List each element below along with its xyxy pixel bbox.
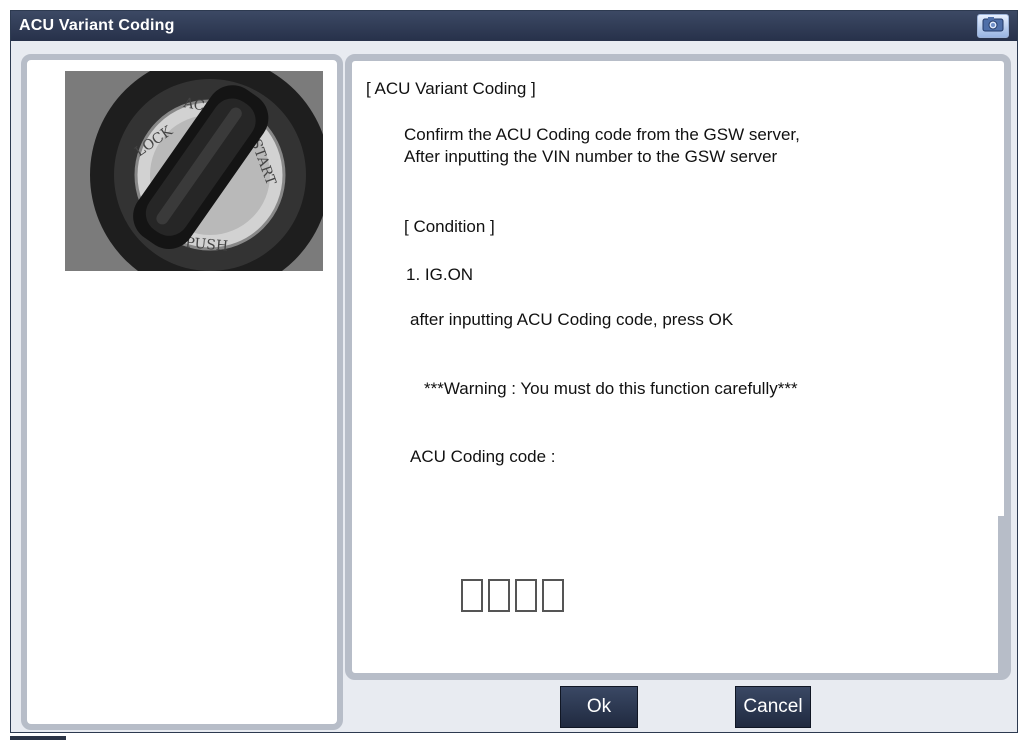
instruction-panel: [ ACU Variant Coding ] Confirm the ACU C…: [345, 54, 1011, 680]
ok-button[interactable]: Ok: [560, 686, 638, 728]
warning-text: ***Warning : You must do this function c…: [424, 379, 798, 398]
code-digit-3[interactable]: [515, 579, 537, 612]
instruction-line-2: After inputting the VIN number to the GS…: [404, 147, 778, 166]
ignition-switch-photo: LOCK ACC START PUSH: [65, 71, 323, 271]
scrollbar[interactable]: [998, 516, 1004, 674]
image-panel: LOCK ACC START PUSH: [21, 54, 343, 730]
code-digit-4[interactable]: [542, 579, 564, 612]
instruction-line-1: Confirm the ACU Coding code from the GSW…: [404, 125, 800, 144]
acu-coding-code-input: [461, 579, 569, 612]
condition-heading: [ Condition ]: [404, 217, 495, 236]
step-instruction: after inputting ACU Coding code, press O…: [410, 310, 734, 329]
section-heading: [ ACU Variant Coding ]: [366, 79, 536, 98]
title-bar: ACU Variant Coding: [11, 11, 1017, 41]
cancel-button[interactable]: Cancel: [735, 686, 811, 728]
acu-variant-coding-window: ACU Variant Coding LOCK ACC START PUSH […: [10, 10, 1018, 733]
code-label: ACU Coding code :: [410, 447, 556, 466]
camera-icon: [982, 16, 1004, 37]
screenshot-button[interactable]: [977, 14, 1009, 38]
condition-item-1: 1. IG.ON: [406, 265, 474, 284]
code-digit-1[interactable]: [461, 579, 483, 612]
window-title: ACU Variant Coding: [19, 17, 175, 34]
code-digit-2[interactable]: [488, 579, 510, 612]
status-strip: [10, 736, 66, 740]
